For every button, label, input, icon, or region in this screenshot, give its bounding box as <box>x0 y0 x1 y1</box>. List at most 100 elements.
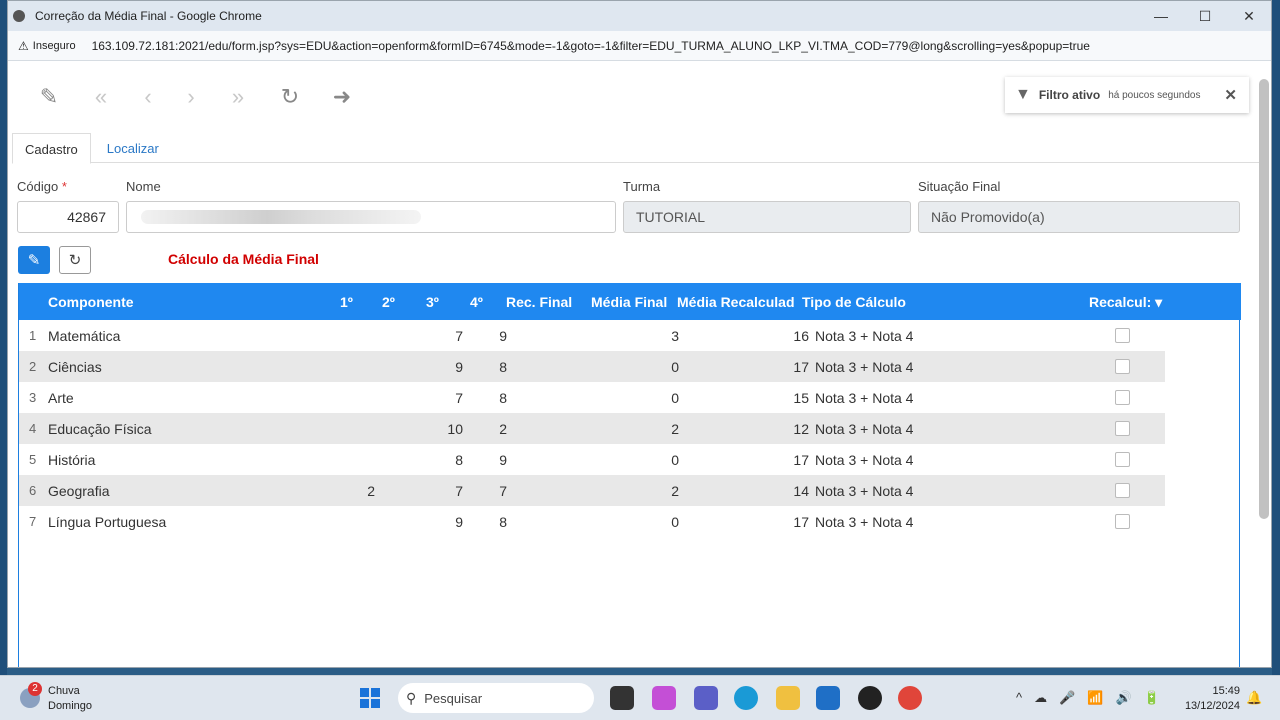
windows-taskbar: 2 Chuva Domingo ⚲ Pesquisar ^ ☁ 🎤 📶 🔊 🔋 … <box>0 675 1280 720</box>
scrollbar-thumb[interactable] <box>1259 79 1269 519</box>
microphone-icon[interactable]: 🎤 <box>1059 690 1075 706</box>
tab-localizar[interactable]: Localizar <box>91 133 171 162</box>
row-index: 5 <box>29 452 37 467</box>
cell-media-final: 0 <box>671 390 679 406</box>
recalcular-checkbox[interactable] <box>1115 514 1130 529</box>
last-record-icon[interactable]: » <box>223 79 253 115</box>
chrome-taskbar-icon[interactable] <box>898 686 922 710</box>
weather-widget[interactable]: 2 Chuva Domingo <box>20 682 93 714</box>
close-filter-icon[interactable]: ✕ <box>1224 86 1237 104</box>
header-media-final[interactable]: Média Final <box>591 294 667 310</box>
recalcular-checkbox[interactable] <box>1115 421 1130 436</box>
table-row[interactable]: 5 História 8 9 0 17 Nota 3 + Nota 4 <box>19 444 1165 475</box>
header-rec-final[interactable]: Rec. Final <box>506 294 572 310</box>
filter-label: Filtro ativo <box>1038 88 1101 102</box>
exit-icon[interactable]: ➜ <box>327 79 357 115</box>
page-scrollbar[interactable] <box>1259 63 1269 663</box>
edge-icon[interactable] <box>734 686 758 710</box>
task-view-icon[interactable] <box>610 686 634 710</box>
weather-day: Domingo <box>48 700 93 712</box>
insecure-label[interactable]: Inseguro <box>33 40 76 52</box>
cell-media-recalculada: 16 <box>793 328 809 344</box>
header-tipo-calculo[interactable]: Tipo de Cálculo <box>802 294 906 310</box>
row-index: 3 <box>29 390 37 405</box>
first-record-icon[interactable]: « <box>86 79 116 115</box>
cell-componente: Educação Física <box>48 421 152 437</box>
clock-time: 15:49 <box>1212 685 1240 697</box>
outlook-icon[interactable] <box>816 686 840 710</box>
cell-media-final: 2 <box>671 483 679 499</box>
maximize-button[interactable]: ☐ <box>1183 8 1227 25</box>
cell-3-bimestre: 7 <box>455 328 463 344</box>
copilot-icon[interactable] <box>652 686 676 710</box>
nome-label: Nome <box>126 179 161 194</box>
header-3-bimestre[interactable]: 3º <box>426 294 439 310</box>
nome-field[interactable] <box>126 201 616 233</box>
desktop-right-edge <box>1272 0 1280 675</box>
windows-start-icon[interactable] <box>360 688 380 708</box>
active-filter-notice: ▼ Filtro ativo há poucos segundos ✕ <box>1005 77 1249 113</box>
cell-tipo-calculo: Nota 3 + Nota 4 <box>815 390 914 406</box>
cell-componente: Ciências <box>48 359 102 375</box>
recalcular-checkbox[interactable] <box>1115 483 1130 498</box>
notification-bell-icon[interactable]: 🔔 <box>1246 690 1262 706</box>
battery-icon[interactable]: 🔋 <box>1144 690 1160 706</box>
table-row[interactable]: 1 Matemática 7 9 3 16 Nota 3 + Nota 4 <box>19 320 1165 351</box>
recalcular-checkbox[interactable] <box>1115 452 1130 467</box>
cell-3-bimestre: 9 <box>455 359 463 375</box>
previous-record-icon[interactable]: ‹ <box>133 79 163 115</box>
header-2-bimestre[interactable]: 2º <box>382 294 395 310</box>
turma-label: Turma <box>623 179 661 194</box>
onedrive-icon[interactable]: ☁ <box>1034 690 1047 706</box>
header-4-bimestre[interactable]: 4º <box>470 294 483 310</box>
volume-icon[interactable]: 🔊 <box>1115 690 1131 706</box>
cell-3-bimestre: 9 <box>455 514 463 530</box>
header-recalcular[interactable]: Recalcul: ▾ <box>1089 294 1162 311</box>
table-row[interactable]: 3 Arte 7 8 0 15 Nota 3 + Nota 4 <box>19 382 1165 413</box>
header-1-bimestre[interactable]: 1º <box>340 294 353 310</box>
search-icon: ⚲ <box>406 689 417 706</box>
cell-media-final: 0 <box>671 452 679 468</box>
tab-cadastro[interactable]: Cadastro <box>12 133 91 164</box>
cell-tipo-calculo: Nota 3 + Nota 4 <box>815 483 914 499</box>
codigo-label: Código * <box>17 179 67 194</box>
edit-grid-button[interactable]: ✎ <box>18 246 50 274</box>
recalcular-checkbox[interactable] <box>1115 328 1130 343</box>
cell-tipo-calculo: Nota 3 + Nota 4 <box>815 328 914 344</box>
table-row[interactable]: 6 Geografia 2 7 7 2 14 Nota 3 + Nota 4 <box>19 475 1165 506</box>
codigo-field[interactable]: 42867 <box>17 201 119 233</box>
app-icon[interactable] <box>858 686 882 710</box>
table-row[interactable]: 7 Língua Portuguesa 9 8 0 17 Nota 3 + Nota 4 <box>19 506 1165 537</box>
teams-icon[interactable] <box>694 686 718 710</box>
header-media-recalculada[interactable]: Média Recalculad <box>677 294 801 310</box>
edit-pencil-icon[interactable]: ✎ <box>34 79 64 115</box>
turma-field: TUTORIAL <box>623 201 911 233</box>
minimize-button[interactable]: — <box>1139 8 1183 24</box>
file-explorer-icon[interactable] <box>776 686 800 710</box>
taskbar-search[interactable]: ⚲ Pesquisar <box>398 683 594 713</box>
cell-4-bimestre: 9 <box>499 328 507 344</box>
address-bar[interactable]: ⚠ Inseguro 163.109.72.181:2021/edu/form.… <box>8 31 1271 61</box>
redacted-name <box>141 210 421 224</box>
next-record-icon[interactable]: › <box>176 79 206 115</box>
warning-icon[interactable]: ⚠ <box>18 39 29 53</box>
url-text[interactable]: 163.109.72.181:2021/edu/form.jsp?sys=EDU… <box>92 39 1090 53</box>
taskbar-clock[interactable]: 15:49 13/12/2024 <box>1182 684 1240 714</box>
table-row[interactable]: 4 Educação Física 10 2 2 12 Nota 3 + Nota 4 <box>19 413 1165 444</box>
cell-componente: Arte <box>48 390 74 406</box>
recalcular-checkbox[interactable] <box>1115 390 1130 405</box>
tray-chevron-icon[interactable]: ^ <box>1016 690 1022 706</box>
reload-icon[interactable]: ↻ <box>275 79 305 115</box>
header-componente[interactable]: Componente <box>48 294 134 310</box>
cell-tipo-calculo: Nota 3 + Nota 4 <box>815 514 914 530</box>
cell-media-final: 3 <box>671 328 679 344</box>
cell-media-recalculada: 15 <box>793 390 809 406</box>
refresh-grid-button[interactable]: ↻ <box>59 246 91 274</box>
table-row[interactable]: 2 Ciências 9 8 0 17 Nota 3 + Nota 4 <box>19 351 1165 382</box>
close-window-button[interactable]: ✕ <box>1227 8 1271 25</box>
wifi-icon[interactable]: 📶 <box>1087 690 1103 706</box>
recalcular-checkbox[interactable] <box>1115 359 1130 374</box>
form-tabs: Cadastro Localizar <box>12 133 1262 164</box>
cell-componente: História <box>48 452 96 468</box>
cell-4-bimestre: 2 <box>499 421 507 437</box>
